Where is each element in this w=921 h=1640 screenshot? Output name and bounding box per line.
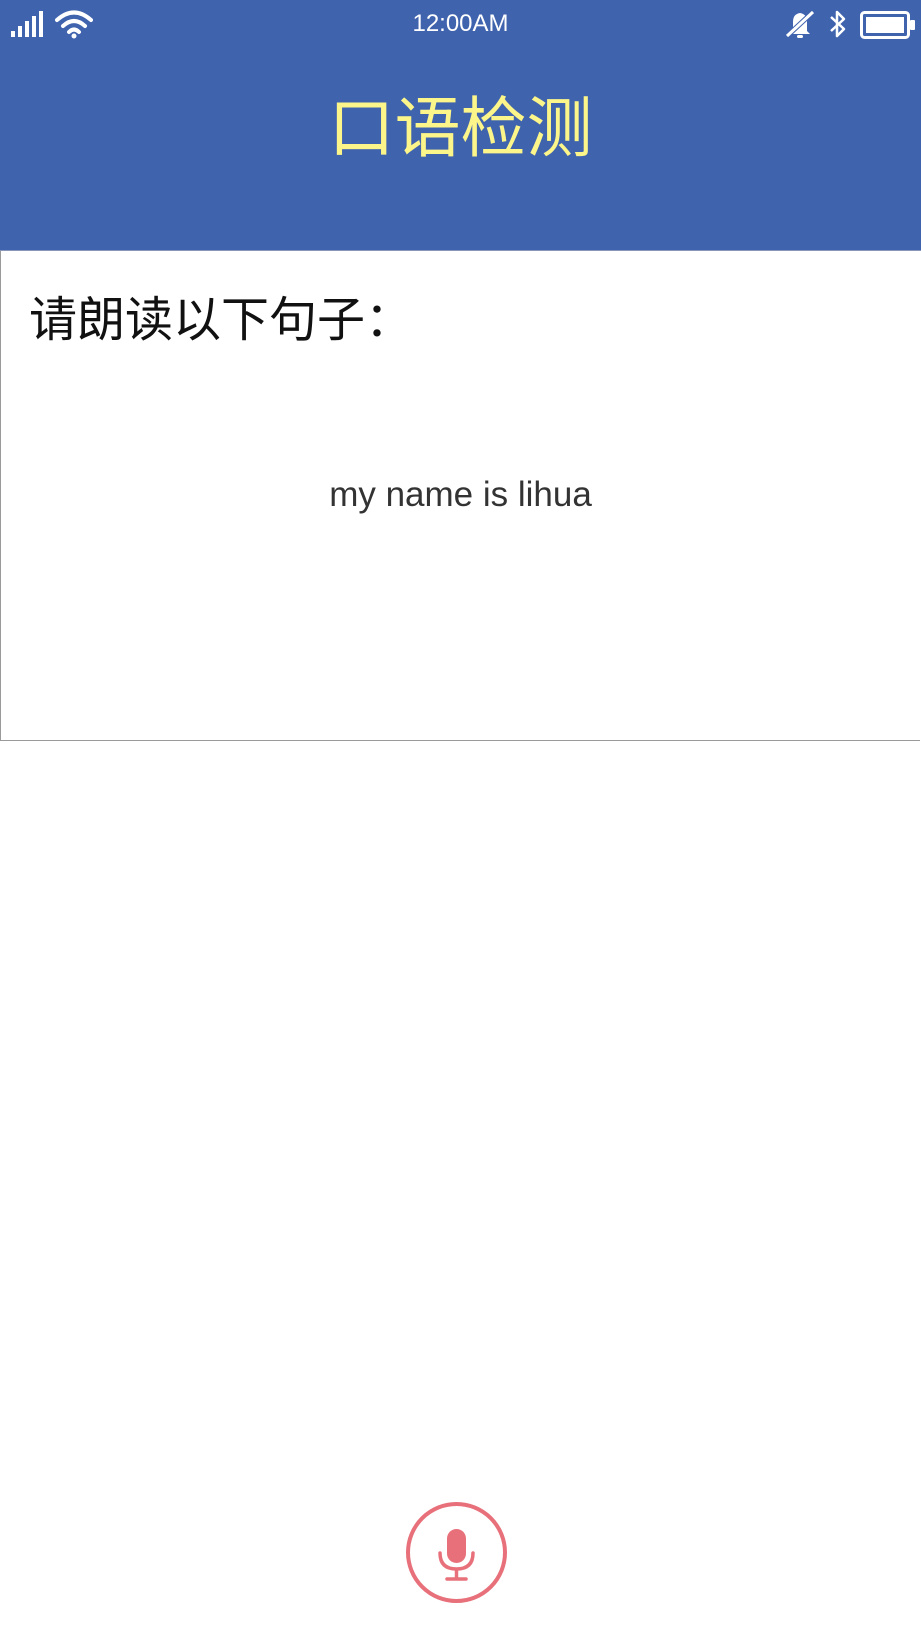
bluetooth-icon (828, 9, 848, 44)
app-screen: 12:00AM 口语检测 请朗读以下句子： my name is lihua (0, 0, 921, 1640)
page-title: 口语检测 (328, 91, 593, 165)
target-sentence: my name is lihua (329, 475, 592, 514)
mute-icon (784, 9, 816, 44)
battery-icon (860, 11, 916, 44)
app-header: 12:00AM 口语检测 (0, 0, 921, 251)
status-time: 12:00AM (412, 10, 509, 37)
prompt-card: 请朗读以下句子： my name is lihua (0, 251, 920, 741)
record-button[interactable] (406, 1502, 507, 1603)
prompt-label: 请朗读以下句子： (29, 294, 414, 347)
status-bar: 12:00AM (0, 0, 921, 50)
microphone-icon (410, 1506, 503, 1599)
